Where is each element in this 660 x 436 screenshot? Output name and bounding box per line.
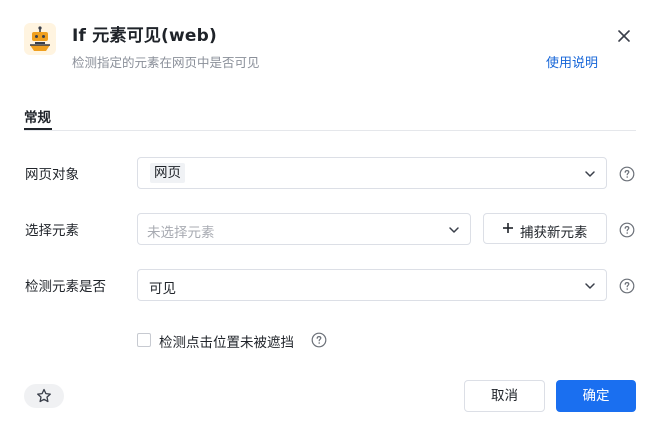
web-object-label: 网页对象: [25, 167, 79, 183]
chevron-down-icon: [585, 283, 595, 289]
help-icon[interactable]: [619, 166, 635, 182]
cancel-button[interactable]: 取消: [464, 380, 545, 412]
web-object-value: 网页: [150, 163, 185, 183]
tab-divider: [24, 130, 636, 131]
tab-general[interactable]: 常规: [24, 106, 51, 126]
close-icon[interactable]: [613, 25, 635, 47]
check-click-label[interactable]: 检测点击位置未被遮挡: [159, 331, 294, 351]
capture-element-label: 捕获新元素: [520, 225, 588, 241]
dialog-subtitle: 检测指定的元素在网页中是否可见: [72, 55, 260, 70]
help-icon[interactable]: [311, 332, 327, 348]
robot-icon: [24, 23, 56, 55]
chevron-down-icon: [449, 227, 459, 233]
confirm-button[interactable]: 确定: [556, 380, 636, 412]
dialog-title: If 元素可见(web): [72, 26, 217, 46]
select-element-label: 选择元素: [25, 223, 79, 239]
check-state-label: 检测元素是否: [25, 279, 106, 295]
plus-icon: [503, 223, 513, 233]
check-click-checkbox[interactable]: [137, 333, 151, 347]
check-state-select[interactable]: 可见: [137, 269, 607, 301]
favorite-button[interactable]: [24, 384, 64, 408]
star-icon: [37, 388, 51, 403]
select-element-placeholder: 未选择元素: [147, 225, 215, 241]
help-icon[interactable]: [619, 278, 635, 294]
help-icon[interactable]: [619, 222, 635, 238]
select-element-select[interactable]: 未选择元素: [137, 213, 471, 245]
capture-element-button[interactable]: 捕获新元素: [483, 213, 607, 244]
chevron-down-icon: [585, 171, 595, 177]
help-link[interactable]: 使用说明: [546, 52, 598, 71]
check-state-value: 可见: [149, 281, 176, 297]
web-object-select[interactable]: 网页: [137, 157, 607, 189]
